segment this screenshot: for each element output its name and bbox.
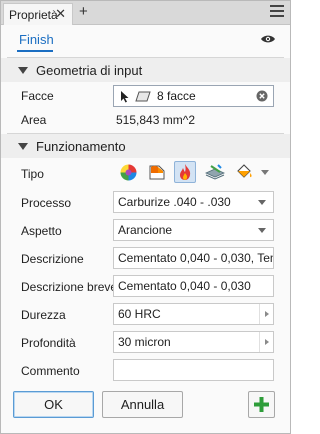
cancel-label: Annulla: [120, 397, 165, 412]
face-parallelogram-icon: [135, 91, 151, 101]
profondita-label: Profondità: [21, 336, 76, 350]
descrizione-input[interactable]: Cementato 0,040 - 0,030, Tem: [113, 247, 274, 269]
tab-title: Proprietà: [9, 7, 58, 22]
ok-button[interactable]: OK: [13, 391, 94, 418]
eye-icon[interactable]: [260, 34, 276, 44]
processo-dropdown[interactable]: Carburize .040 - .030: [113, 191, 274, 213]
faces-value: 8 facce: [157, 89, 196, 103]
add-button[interactable]: [248, 391, 275, 418]
profondita-input[interactable]: 30 micron: [113, 331, 274, 353]
aspetto-dropdown[interactable]: Arancione: [113, 219, 274, 241]
finish-header: Finish: [1, 25, 290, 55]
faces-selector[interactable]: 8 facce: [113, 85, 274, 107]
descrizione-value: Cementato 0,040 - 0,030, Tem: [118, 251, 274, 265]
durezza-value: 60 HRC: [118, 307, 161, 321]
descrizione-breve-label: Descrizione breve: [21, 280, 118, 294]
profondita-value: 30 micron: [118, 335, 171, 349]
finish-underline: [17, 50, 53, 52]
surface-texture-icon[interactable]: [204, 161, 226, 183]
tipo-dropdown-arrow-icon[interactable]: [261, 170, 269, 175]
processo-value: Carburize .040 - .030: [118, 195, 231, 209]
section-geometry[interactable]: Geometria di input: [1, 58, 290, 82]
durezza-label: Durezza: [21, 308, 66, 322]
aspetto-value: Arancione: [118, 223, 173, 237]
commento-label: Commento: [21, 364, 80, 378]
ok-label: OK: [44, 397, 63, 412]
chevron-down-icon: [258, 200, 266, 205]
chevron-right-icon[interactable]: [259, 332, 273, 352]
descrizione-label: Descrizione: [21, 252, 84, 266]
cursor-arrow-icon: [121, 90, 129, 102]
descrizione-breve-value: Cementato 0,040 - 0,030: [118, 279, 251, 293]
properties-panel: Proprietà ✕ + Finish Geometria di input …: [0, 0, 291, 434]
tab-properties[interactable]: Proprietà ✕: [3, 3, 73, 25]
area-value: 515,843 mm^2: [116, 113, 196, 127]
collapse-triangle-icon[interactable]: [18, 66, 28, 74]
hamburger-menu-icon[interactable]: [270, 5, 284, 17]
paint-icon[interactable]: [146, 161, 168, 183]
plus-icon[interactable]: +: [79, 4, 88, 20]
area-label: Area: [21, 113, 47, 127]
clear-selection-icon[interactable]: [256, 90, 268, 102]
appearance-ball-icon[interactable]: [117, 161, 139, 183]
collapse-triangle-icon[interactable]: [18, 142, 28, 150]
durezza-input[interactable]: 60 HRC: [113, 303, 274, 325]
finish-link[interactable]: Finish: [19, 32, 54, 47]
section-function[interactable]: Funzionamento: [1, 134, 290, 158]
aspetto-label: Aspetto: [21, 224, 62, 238]
faces-label: Facce: [21, 89, 54, 103]
paint-bucket-icon[interactable]: [233, 161, 255, 183]
descrizione-breve-input[interactable]: Cementato 0,040 - 0,030: [113, 275, 274, 297]
section-title: Funzionamento: [36, 138, 126, 154]
cancel-button[interactable]: Annulla: [102, 391, 183, 418]
processo-label: Processo: [21, 196, 72, 210]
tipo-label: Tipo: [21, 167, 44, 181]
section-title: Geometria di input: [36, 62, 143, 78]
close-icon[interactable]: ✕: [55, 7, 66, 21]
green-plus-icon: [254, 397, 269, 412]
chevron-down-icon: [258, 228, 266, 233]
commento-input[interactable]: [113, 359, 274, 381]
heat-treatment-flame-icon[interactable]: [174, 161, 196, 183]
tab-bar: Proprietà ✕ +: [1, 1, 290, 25]
chevron-right-icon[interactable]: [259, 304, 273, 324]
